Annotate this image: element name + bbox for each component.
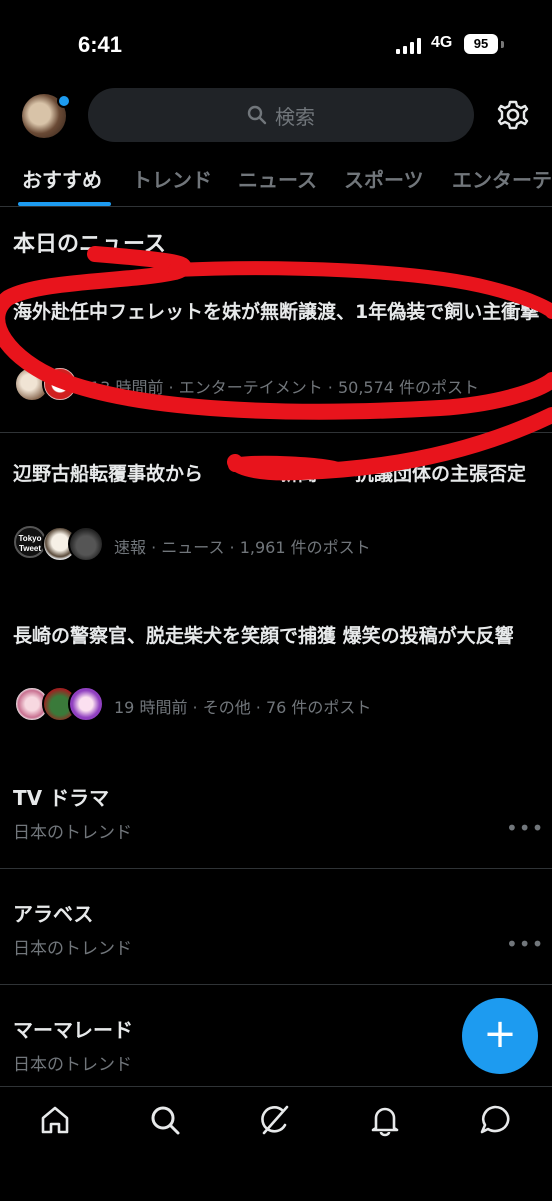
- trend-title[interactable]: アラベス: [13, 898, 93, 927]
- bottom-navigation: [0, 1086, 552, 1201]
- news-meta: 速報 · ニュース · 1,961 件のポスト: [114, 538, 371, 557]
- tab-trending[interactable]: トレンド: [132, 164, 212, 193]
- more-icon[interactable]: •••: [506, 816, 544, 840]
- search-input[interactable]: 検索: [88, 88, 474, 142]
- battery-level: 95: [464, 34, 498, 54]
- status-time: 6:41: [78, 32, 123, 57]
- section-title: 本日のニュース: [13, 232, 166, 257]
- news-avatar: [42, 366, 78, 402]
- compose-button[interactable]: +: [462, 998, 538, 1074]
- gear-icon[interactable]: [496, 98, 530, 132]
- signal-icon: [396, 38, 421, 54]
- explore-tabs: おすすめ トレンド ニュース スポーツ エンターテ: [0, 156, 552, 207]
- top-header: 検索: [0, 84, 552, 148]
- news-avatar: [68, 686, 104, 722]
- tab-recommended[interactable]: おすすめ: [22, 164, 102, 193]
- divider: [0, 432, 552, 433]
- trend-title[interactable]: マーマレード: [13, 1014, 133, 1043]
- search-icon[interactable]: [148, 1103, 182, 1137]
- notification-dot: [57, 94, 71, 108]
- trend-subtitle: 日本のトレンド: [13, 1055, 132, 1075]
- trend-subtitle: 日本のトレンド: [13, 823, 132, 843]
- trend-subtitle: 日本のトレンド: [13, 939, 132, 959]
- message-icon[interactable]: [478, 1103, 512, 1137]
- network-type: 4G: [431, 34, 453, 51]
- tab-sports[interactable]: スポーツ: [344, 164, 424, 193]
- tab-news[interactable]: ニュース: [238, 164, 317, 193]
- trend-title[interactable]: TV ドラマ: [13, 782, 109, 811]
- divider: [0, 868, 552, 869]
- news-title: 長崎の警察官、脱走柴犬を笑顔で捕獲 爆笑の投稿が大反響: [13, 625, 514, 647]
- news-avatar: [68, 526, 104, 562]
- news-meta: 19 時間前 · その他 · 76 件のポスト: [114, 698, 372, 717]
- tab-entertainment[interactable]: エンターテ: [452, 164, 552, 193]
- news-item[interactable]: 海外赴任中フェレットを妹が無断譲渡、1年偽装で飼い主衝撃 13 時間前 · エン…: [0, 296, 552, 432]
- news-title: 海外赴任中フェレットを妹が無断譲渡、1年偽装で飼い主衝撃: [13, 301, 540, 323]
- search-icon: [247, 105, 267, 125]
- more-icon[interactable]: •••: [506, 932, 544, 956]
- status-bar: 6:41 4G 95: [0, 0, 552, 80]
- news-meta: 13 時間前 · エンターテイメント · 50,574 件のポスト: [90, 378, 480, 397]
- news-item[interactable]: 辺野古船転覆事故から 新聞 抗議団体の主張否定 Tokyo Tweet 速報 ·…: [0, 458, 552, 598]
- divider: [0, 984, 552, 985]
- news-item[interactable]: 長崎の警察官、脱走柴犬を笑顔で捕獲 爆笑の投稿が大反響 19 時間前 · その他…: [0, 620, 552, 740]
- grok-icon[interactable]: [258, 1103, 292, 1137]
- bell-icon[interactable]: [368, 1103, 402, 1137]
- news-title: 辺野古船転覆事故から 新聞 抗議団体の主張否定: [13, 463, 527, 485]
- search-placeholder: 検索: [275, 104, 315, 129]
- battery-tip: [501, 41, 504, 48]
- active-tab-indicator: [18, 202, 111, 206]
- home-icon[interactable]: [38, 1103, 72, 1137]
